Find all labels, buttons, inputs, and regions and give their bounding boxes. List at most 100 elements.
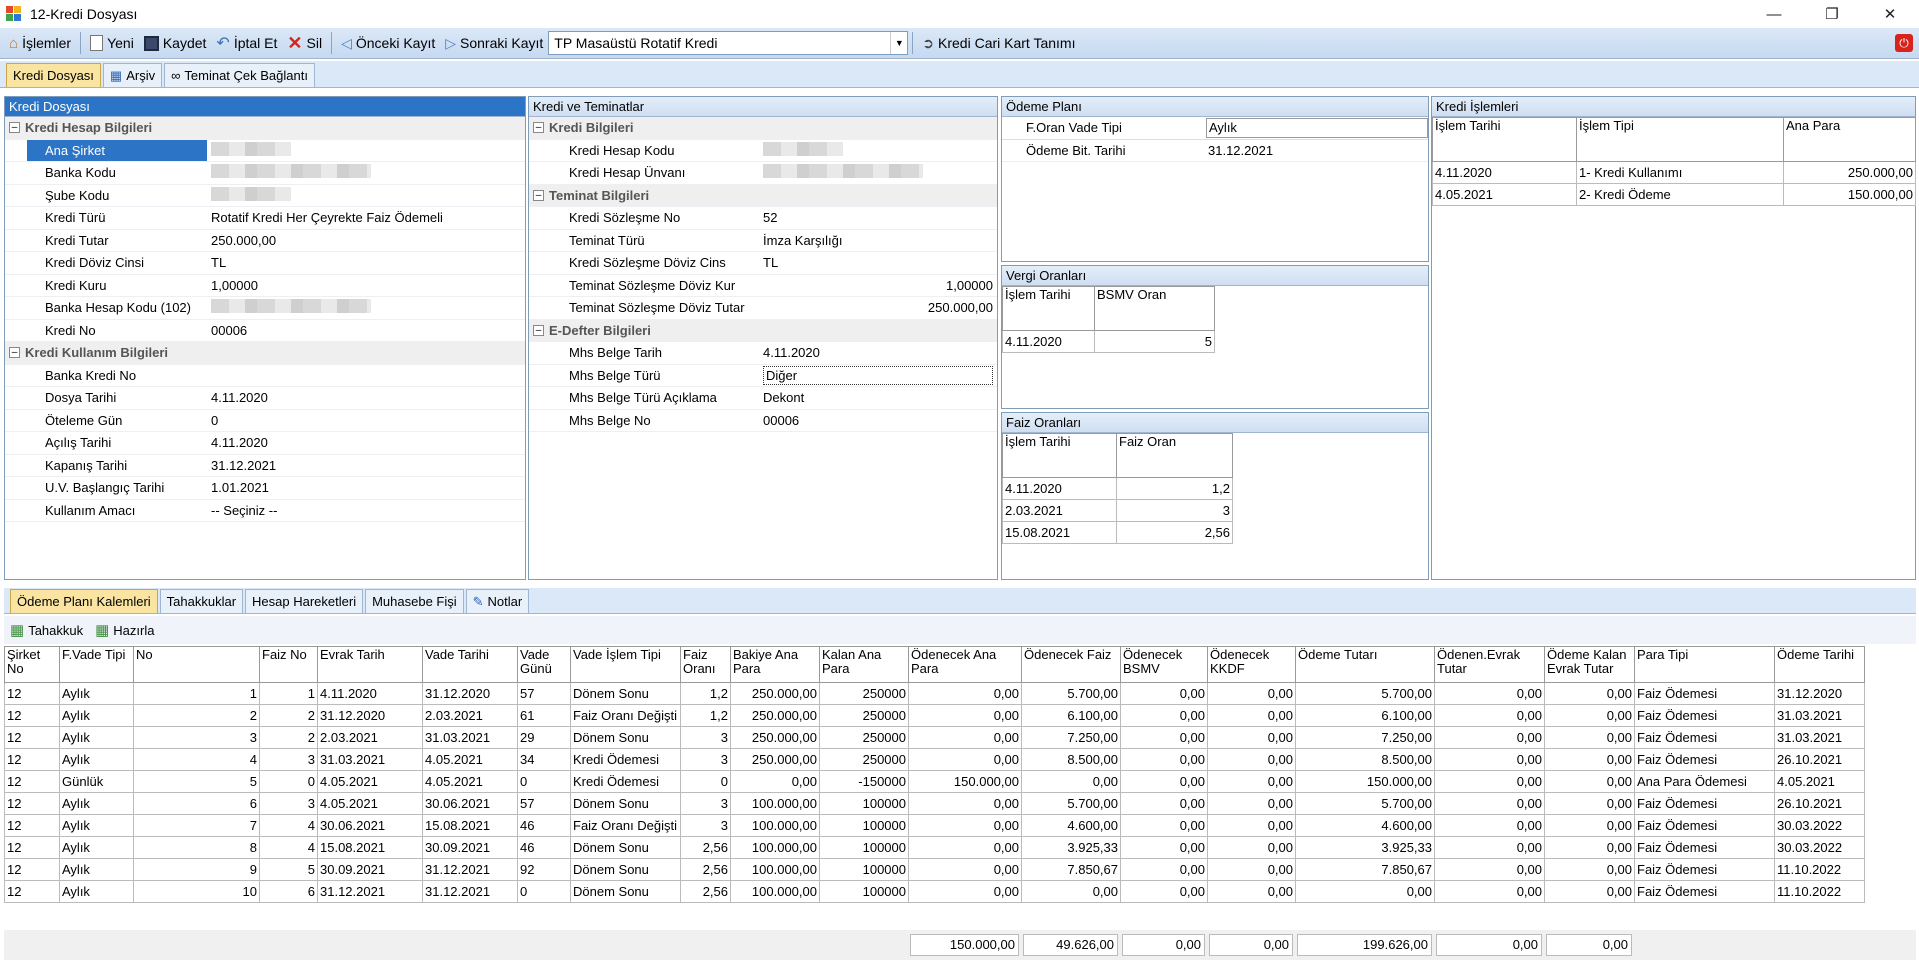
hazirla-button[interactable]: ▦ Hazırla xyxy=(95,621,154,639)
property-value[interactable]: 1,00000 xyxy=(763,278,993,293)
property-value[interactable]: 52 xyxy=(763,210,777,225)
close-button[interactable]: ✕ xyxy=(1861,0,1919,28)
column-header[interactable]: Para Tipi xyxy=(1634,646,1775,683)
property-value[interactable]: 0 xyxy=(211,413,218,428)
table-row[interactable]: 12 Aylık 7 4 30.06.2021 15.08.2021 46 Faiz Oran… xyxy=(4,814,1865,837)
property-value[interactable]: Dekont xyxy=(763,390,804,405)
property-value[interactable]: İmza Karşılığı xyxy=(763,233,842,248)
property-value[interactable] xyxy=(211,186,291,204)
property-row[interactable]: Kredi Hesap Kodu xyxy=(529,140,997,162)
column-header[interactable]: İşlem Tarihi xyxy=(1002,433,1117,478)
new-button[interactable]: Yeni xyxy=(85,31,139,55)
property-value[interactable] xyxy=(763,141,843,159)
property-row[interactable]: Kredi Sözleşme No 52 xyxy=(529,207,997,230)
property-row[interactable]: Mhs Belge Türü Açıklama Dekont xyxy=(529,387,997,410)
table-row[interactable]: 12 Aylık 8 4 15.08.2021 30.09.2021 46 Dönem Son… xyxy=(4,836,1865,859)
property-row[interactable]: Banka Kredi No xyxy=(5,365,525,387)
property-row[interactable]: Mhs Belge Tarih 4.11.2020 xyxy=(529,342,997,365)
minimize-button[interactable]: — xyxy=(1745,0,1803,28)
column-header[interactable]: Faiz Oran xyxy=(1116,433,1233,478)
column-header[interactable]: Ödenen.Evrak Tutar xyxy=(1434,646,1545,683)
property-value[interactable]: 00006 xyxy=(763,413,799,428)
property-value[interactable]: 1.01.2021 xyxy=(211,480,269,495)
tab-kredi-dosyasi[interactable]: Kredi Dosyası xyxy=(6,63,101,87)
tab-tahakkuklar[interactable]: Tahakkuklar xyxy=(159,589,244,613)
table-row[interactable]: 2.03.2021 3 xyxy=(1002,499,1233,522)
column-header[interactable]: Ödenecek BSMV xyxy=(1120,646,1208,683)
property-row[interactable]: Teminat Sözleşme Döviz Tutar 250.000,00 xyxy=(529,297,997,320)
column-header[interactable]: Vade Tarihi xyxy=(422,646,518,683)
column-header[interactable]: Faiz No xyxy=(259,646,318,683)
property-value[interactable] xyxy=(211,141,291,159)
property-row[interactable]: Öteleme Gün 0 xyxy=(5,410,525,432)
column-header[interactable]: No xyxy=(133,646,260,683)
tab-arsiv[interactable]: ▦ Arşiv xyxy=(102,63,163,87)
property-row[interactable]: U.V. Başlangıç Tarihi 1.01.2021 xyxy=(5,477,525,500)
credit-type-combo[interactable]: TP Masaüstü Rotatif Kredi ▼ xyxy=(548,31,909,55)
tab-hesap-hareketleri[interactable]: Hesap Hareketleri xyxy=(245,589,364,613)
tab-notlar[interactable]: ✎ Notlar xyxy=(465,589,530,613)
property-row[interactable]: Ana Şirket xyxy=(5,139,525,162)
column-header[interactable]: Ödenecek KKDF xyxy=(1207,646,1296,683)
table-row[interactable]: 4.11.2020 1,2 xyxy=(1002,477,1233,500)
column-header[interactable]: İşlem Tipi xyxy=(1576,117,1784,162)
property-value[interactable]: Rotatif Kredi Her Çeyrekte Faiz Ödemeli xyxy=(211,210,443,225)
category-row[interactable]: – Teminat Bilgileri xyxy=(529,184,997,207)
category-row[interactable]: – Kredi Bilgileri xyxy=(529,117,997,140)
property-row[interactable]: Banka Kodu xyxy=(5,162,525,185)
property-value[interactable] xyxy=(211,164,371,181)
tahakkuk-button[interactable]: ▦ Tahakkuk xyxy=(10,621,83,639)
property-row[interactable]: Açılış Tarihi 4.11.2020 xyxy=(5,432,525,455)
column-header[interactable]: Evrak Tarih xyxy=(317,646,423,683)
column-header[interactable]: Kalan Ana Para xyxy=(819,646,909,683)
tab-teminat-cek[interactable]: ∞ Teminat Çek Bağlantı xyxy=(164,63,315,87)
odeme-bit-field[interactable]: 31.12.2021 xyxy=(1208,143,1273,158)
column-header[interactable]: Ödeme Tarihi xyxy=(1774,646,1865,683)
column-header[interactable]: İşlem Tarihi xyxy=(1002,286,1095,331)
property-value[interactable]: 00006 xyxy=(211,323,247,338)
collapse-icon[interactable]: – xyxy=(533,189,544,201)
cari-kart-button[interactable]: ➲ Kredi Cari Kart Tanımı xyxy=(917,31,1080,55)
column-header[interactable]: İşlem Tarihi xyxy=(1432,117,1577,162)
column-header[interactable]: Faiz Oranı xyxy=(680,646,731,683)
property-row[interactable]: Mhs Belge No 00006 xyxy=(529,410,997,432)
table-row[interactable]: 12 Aylık 10 6 31.12.2021 31.12.2021 0 Dönem Son… xyxy=(4,880,1865,903)
column-header[interactable]: Ödeme Kalan Evrak Tutar xyxy=(1544,646,1635,683)
power-icon[interactable]: ⏻ xyxy=(1895,34,1913,52)
property-value[interactable]: 31.12.2021 xyxy=(211,458,276,473)
table-row[interactable]: 12 Aylık 3 2 2.03.2021 31.03.2021 29 Dönem Sonu… xyxy=(4,726,1865,749)
property-row[interactable]: Mhs Belge Türü Diğer xyxy=(529,365,997,387)
category-row[interactable]: – Kredi Kullanım Bilgileri xyxy=(5,342,525,365)
column-header[interactable]: Bakiye Ana Para xyxy=(730,646,820,683)
property-row[interactable]: Teminat Türü İmza Karşılığı xyxy=(529,230,997,252)
property-value[interactable] xyxy=(211,299,371,316)
category-row[interactable]: – Kredi Hesap Bilgileri xyxy=(5,117,525,140)
table-row[interactable]: 12 Aylık 1 1 4.11.2020 31.12.2020 57 Dönem Sonu… xyxy=(4,682,1865,705)
tab-muhasebe-fisi[interactable]: Muhasebe Fişi xyxy=(365,589,464,613)
table-row[interactable]: 4.11.2020 1- Kredi Kullanımı 250.000,00 xyxy=(1432,161,1916,184)
column-header[interactable]: F.Vade Tipi xyxy=(59,646,134,683)
table-row[interactable]: 12 Aylık 6 3 4.05.2021 30.06.2021 57 Dönem Sonu… xyxy=(4,792,1865,815)
cancel-button[interactable]: ↶ İptal Et xyxy=(211,31,282,55)
collapse-icon[interactable]: – xyxy=(533,122,544,134)
islemler-menu[interactable]: ⌂ İşlemler xyxy=(4,31,76,55)
column-header[interactable]: Vade İşlem Tipi xyxy=(570,646,681,683)
table-row[interactable]: 12 Aylık 4 3 31.03.2021 4.05.2021 34 Kredi Ödem… xyxy=(4,748,1865,771)
property-row[interactable]: Şube Kodu xyxy=(5,185,525,207)
property-value[interactable]: TL xyxy=(763,255,778,270)
property-value[interactable] xyxy=(763,164,923,181)
property-value[interactable]: 4.11.2020 xyxy=(763,345,820,360)
property-row[interactable]: Banka Hesap Kodu (102) xyxy=(5,297,525,320)
category-row[interactable]: – E-Defter Bilgileri xyxy=(529,319,997,342)
maximize-button[interactable]: ❐ xyxy=(1803,0,1861,28)
save-button[interactable]: Kaydet xyxy=(139,31,212,55)
column-header[interactable]: Ödenecek Faiz xyxy=(1021,646,1121,683)
previous-record-button[interactable]: ◁ Önceki Kayıt xyxy=(336,31,440,55)
property-value[interactable]: 250.000,00 xyxy=(211,233,276,248)
property-row[interactable]: Kapanış Tarihi 31.12.2021 xyxy=(5,455,525,477)
column-header[interactable]: Ödeme Tutarı xyxy=(1295,646,1435,683)
delete-button[interactable]: ✕ Sil xyxy=(282,31,327,55)
column-header[interactable]: Ana Para xyxy=(1783,117,1916,162)
table-row[interactable]: 4.05.2021 2- Kredi Ödeme 150.000,00 xyxy=(1432,183,1916,206)
property-row[interactable]: Kullanım Amacı -- Seçiniz -- xyxy=(5,500,525,522)
